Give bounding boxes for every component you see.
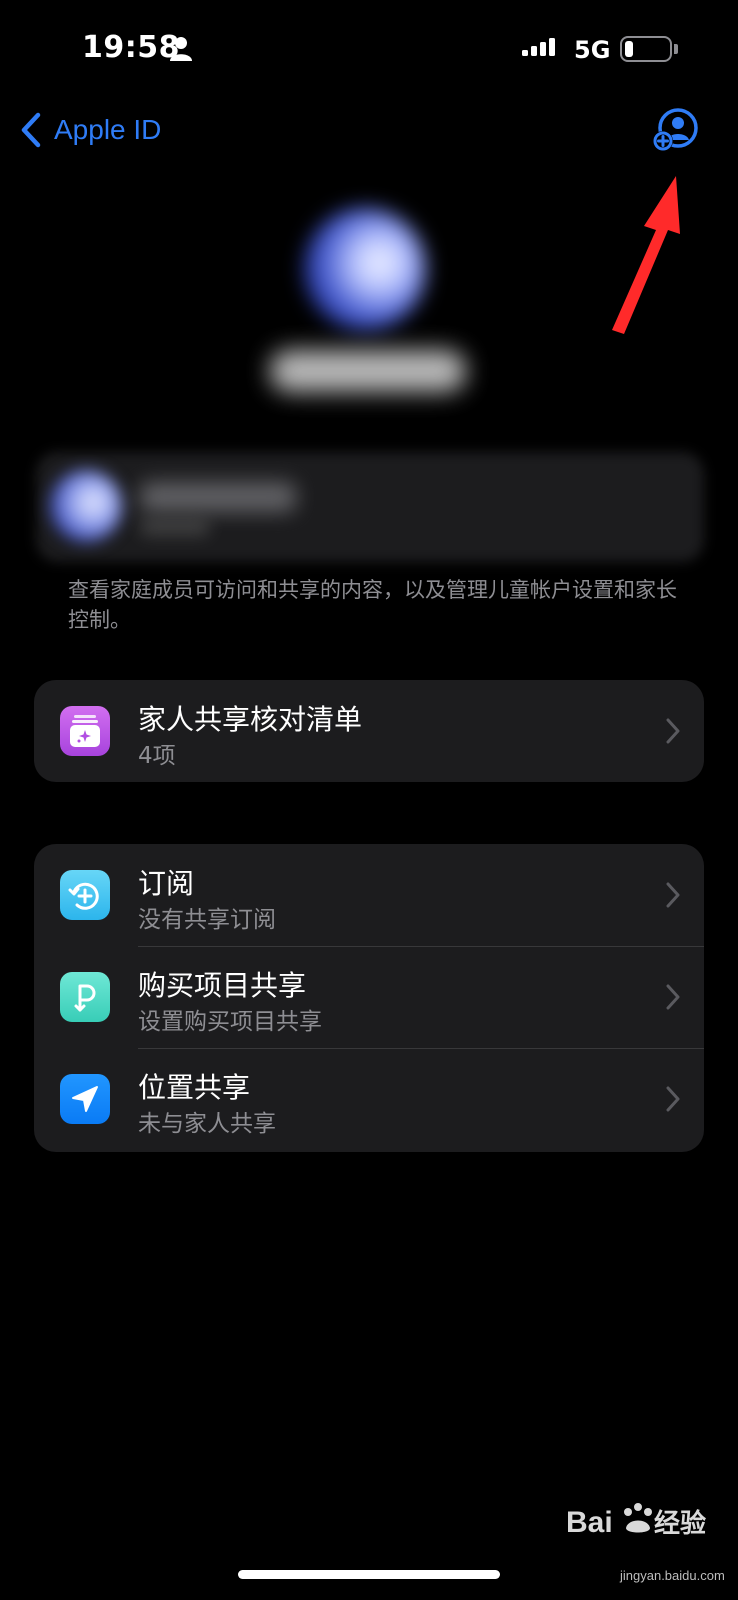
family-member-role — [140, 518, 210, 536]
row-subtitle: 未与家人共享 — [138, 1111, 276, 1137]
battery-tip — [674, 44, 678, 54]
family-organizer-name — [270, 350, 466, 392]
location-arrow-icon — [60, 1074, 110, 1124]
status-bar: 19:58 5G — [0, 0, 738, 100]
back-label: Apple ID — [54, 114, 162, 145]
status-time: 19:58 — [82, 30, 180, 65]
person-add-icon[interactable] — [652, 108, 698, 154]
cellular-signal-icon — [522, 38, 555, 56]
row-title: 购买项目共享 — [138, 969, 307, 1002]
row-title: 订阅 — [138, 867, 195, 900]
back-button[interactable]: Apple ID — [20, 108, 161, 152]
purchase-sharing-icon — [60, 972, 110, 1022]
svg-text:经验: 经验 — [654, 1508, 706, 1539]
person-icon — [170, 37, 192, 61]
network-type: 5G — [574, 36, 611, 64]
family-member-name — [140, 482, 296, 512]
row-subtitle: 设置购买项目共享 — [138, 1009, 322, 1035]
annotation-arrow — [612, 176, 680, 334]
subscription-icon — [60, 870, 110, 920]
chevron-right-icon — [666, 984, 680, 1010]
chevron-right-icon — [666, 1086, 680, 1112]
battery-icon — [620, 36, 672, 62]
checklist-icon — [60, 706, 110, 756]
row-subtitle: 4项 — [138, 743, 176, 769]
baidu-watermark-logo: Bai 经验 — [566, 1503, 706, 1539]
checklist-row[interactable]: 家人共享核对清单 4项 — [34, 680, 704, 782]
family-member-avatar — [50, 470, 122, 542]
family-footnote: 查看家庭成员可访问和共享的内容，以及管理儿童帐户设置和家长控制。 — [68, 578, 677, 632]
home-indicator[interactable] — [238, 1570, 500, 1579]
row-title: 位置共享 — [138, 1071, 251, 1104]
svg-text:Bai: Bai — [566, 1506, 613, 1539]
chevron-left-icon — [21, 112, 41, 148]
purchase-sharing-row[interactable]: 购买项目共享 设置购买项目共享 — [34, 946, 704, 1048]
sharing-features-group: 订阅 没有共享订阅 购买项目共享 设置购买项目共享 位置共享 未与家人共享 — [34, 844, 704, 1152]
chevron-right-icon — [666, 882, 680, 908]
family-organizer-avatar — [304, 208, 426, 330]
subscriptions-row[interactable]: 订阅 没有共享订阅 — [34, 844, 704, 946]
checklist-group: 家人共享核对清单 4项 — [34, 680, 704, 782]
row-title: 家人共享核对清单 — [138, 703, 363, 736]
family-member-row[interactable] — [36, 452, 704, 562]
watermark-url: jingyan.baidu.com — [620, 1568, 725, 1583]
battery-level — [625, 41, 633, 57]
row-subtitle: 没有共享订阅 — [138, 907, 276, 933]
chevron-right-icon — [666, 718, 680, 744]
location-sharing-row[interactable]: 位置共享 未与家人共享 — [34, 1048, 704, 1150]
